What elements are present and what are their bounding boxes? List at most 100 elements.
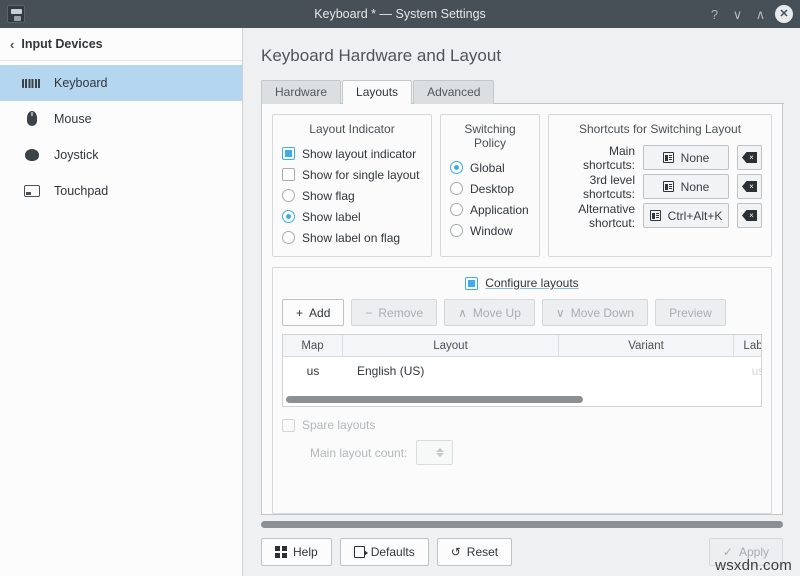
defaults-button[interactable]: Defaults [339, 538, 429, 566]
shortcut-value: None [680, 150, 710, 165]
radio-button[interactable] [450, 203, 463, 216]
alternative-shortcut-button[interactable]: Ctrl+Alt+K [643, 203, 729, 228]
sidebar-back-header[interactable]: ‹ Input Devices [0, 28, 242, 61]
checkbox[interactable] [282, 168, 295, 181]
main-layout-count-stepper[interactable] [416, 440, 454, 465]
shortcut-row-alternative: Alternative shortcut: Ctrl+Alt+K × [558, 201, 762, 230]
radio-button[interactable] [450, 182, 463, 195]
option-show-label[interactable]: Show label [282, 206, 422, 227]
button-label: Move Down [570, 305, 635, 320]
minus-icon: − [365, 305, 373, 320]
undo-icon: ↺ [450, 545, 461, 559]
sidebar-item-joystick[interactable]: Joystick [0, 137, 242, 173]
title-bar: Keyboard * — System Settings ? ∨ ∧ ✕ [0, 0, 800, 28]
shortcut-label: 3rd level shortcuts: [582, 172, 635, 201]
cell-layout: English (US) [357, 364, 425, 378]
table-horizontal-scrollbar[interactable] [286, 396, 583, 403]
checkbox[interactable] [465, 276, 479, 290]
keyboard-shortcut-icon [662, 181, 674, 192]
help-button[interactable]: Help [261, 538, 332, 566]
window-title: Keyboard * — System Settings [314, 7, 486, 21]
radio-button[interactable] [450, 224, 463, 237]
layout-indicator-group: Layout Indicator Show layout indicator S… [272, 114, 432, 257]
option-label: Show flag [302, 188, 355, 203]
checkbox[interactable] [282, 147, 295, 160]
keyboard-shortcut-icon [649, 210, 661, 221]
clear-third-level-shortcut-button[interactable]: × [737, 174, 762, 199]
main-shortcut-button[interactable]: None [643, 145, 729, 170]
option-show-label-on-flag[interactable]: Show label on flag [282, 227, 422, 248]
button-label: Remove [378, 305, 424, 320]
column-header-layout[interactable]: Layout [343, 335, 559, 356]
help-icon[interactable]: ? [703, 3, 726, 25]
button-label: Preview [669, 305, 712, 320]
touchpad-icon [22, 181, 42, 201]
keyboard-shortcut-icon [662, 152, 674, 163]
minimize-icon[interactable]: ∨ [726, 3, 749, 25]
sidebar-item-keyboard[interactable]: Keyboard [0, 65, 242, 101]
close-icon[interactable]: ✕ [775, 5, 793, 23]
radio-button[interactable] [282, 231, 295, 244]
option-show-for-single-layout[interactable]: Show for single layout [282, 164, 422, 185]
configure-layouts-toggle[interactable]: Configure layouts [282, 276, 762, 290]
policy-window[interactable]: Window [450, 220, 530, 241]
radio-button[interactable] [282, 189, 295, 202]
policy-global[interactable]: Global [450, 157, 530, 178]
preview-button[interactable]: Preview [655, 299, 726, 326]
sidebar: ‹ Input Devices Keyboard Mouse Joystick [0, 28, 243, 576]
plus-icon: + [296, 305, 304, 320]
button-label: Add [309, 305, 331, 320]
third-level-shortcut-button[interactable]: None [643, 174, 729, 199]
shortcut-row-main: Main shortcuts: None × [558, 143, 762, 172]
column-header-map[interactable]: Map [283, 335, 343, 356]
option-show-layout-indicator[interactable]: Show layout indicator [282, 143, 422, 164]
tab-layouts[interactable]: Layouts [342, 80, 413, 104]
table-header-row: Map Layout Variant Label Sho [283, 335, 761, 357]
clear-alternative-shortcut-button[interactable]: × [737, 203, 762, 228]
watermark: wsxdn.com [715, 557, 792, 574]
maximize-icon[interactable]: ∧ [749, 3, 772, 25]
radio-button[interactable] [282, 210, 295, 223]
table-row[interactable]: us English (US) us [283, 357, 761, 385]
configure-layouts-label[interactable]: Configure layouts [485, 276, 578, 290]
option-show-flag[interactable]: Show flag [282, 185, 422, 206]
window-controls: ? ∨ ∧ ✕ [703, 3, 800, 25]
top-groups-row: Layout Indicator Show layout indicator S… [272, 114, 772, 257]
option-label: Application [470, 202, 529, 217]
clear-main-shortcut-button[interactable]: × [737, 145, 762, 170]
shortcuts-group: Shortcuts for Switching Layout Main shor… [548, 114, 772, 257]
system-settings-window: Keyboard * — System Settings ? ∨ ∧ ✕ ‹ I… [0, 0, 800, 576]
tab-advanced[interactable]: Advanced [413, 80, 495, 104]
spare-layouts-option[interactable]: Spare layouts [282, 418, 762, 432]
column-header-label[interactable]: Label [734, 335, 761, 356]
option-label: Global [470, 160, 505, 175]
policy-desktop[interactable]: Desktop [450, 178, 530, 199]
option-label: Show for single layout [302, 167, 420, 182]
shortcut-row-3rd-level: 3rd level shortcuts: None × [558, 172, 762, 201]
add-layout-button[interactable]: + Add [282, 299, 345, 326]
shortcut-label: Main shortcuts: [582, 143, 635, 172]
page-horizontal-scrollbar[interactable] [261, 521, 783, 528]
checkbox[interactable] [282, 418, 295, 432]
sidebar-item-touchpad[interactable]: Touchpad [0, 173, 242, 209]
chevron-down-icon: ∨ [555, 305, 565, 320]
cell-variant [559, 357, 734, 385]
remove-layout-button[interactable]: − Remove [351, 299, 438, 326]
sidebar-item-label: Mouse [54, 112, 92, 126]
button-label: Help [293, 545, 318, 559]
policy-application[interactable]: Application [450, 199, 530, 220]
defaults-icon [353, 546, 368, 558]
shortcut-value: Ctrl+Alt+K [667, 208, 723, 223]
reset-button[interactable]: ↺ Reset [436, 538, 513, 566]
option-label: Show layout indicator [302, 146, 417, 161]
sidebar-item-mouse[interactable]: Mouse [0, 101, 242, 137]
shortcut-value: None [680, 179, 710, 194]
page-title: Keyboard Hardware and Layout [261, 46, 502, 65]
move-up-button[interactable]: ∧ Move Up [444, 299, 535, 326]
tab-hardware[interactable]: Hardware [261, 80, 342, 104]
column-header-variant[interactable]: Variant [559, 335, 734, 356]
radio-button[interactable] [450, 161, 463, 174]
chevron-up-icon: ∧ [458, 305, 467, 320]
layout-actions-toolbar: + Add − Remove ∧ Move Up ∨ Move Down Pre… [282, 299, 762, 326]
move-down-button[interactable]: ∨ Move Down [541, 299, 649, 326]
